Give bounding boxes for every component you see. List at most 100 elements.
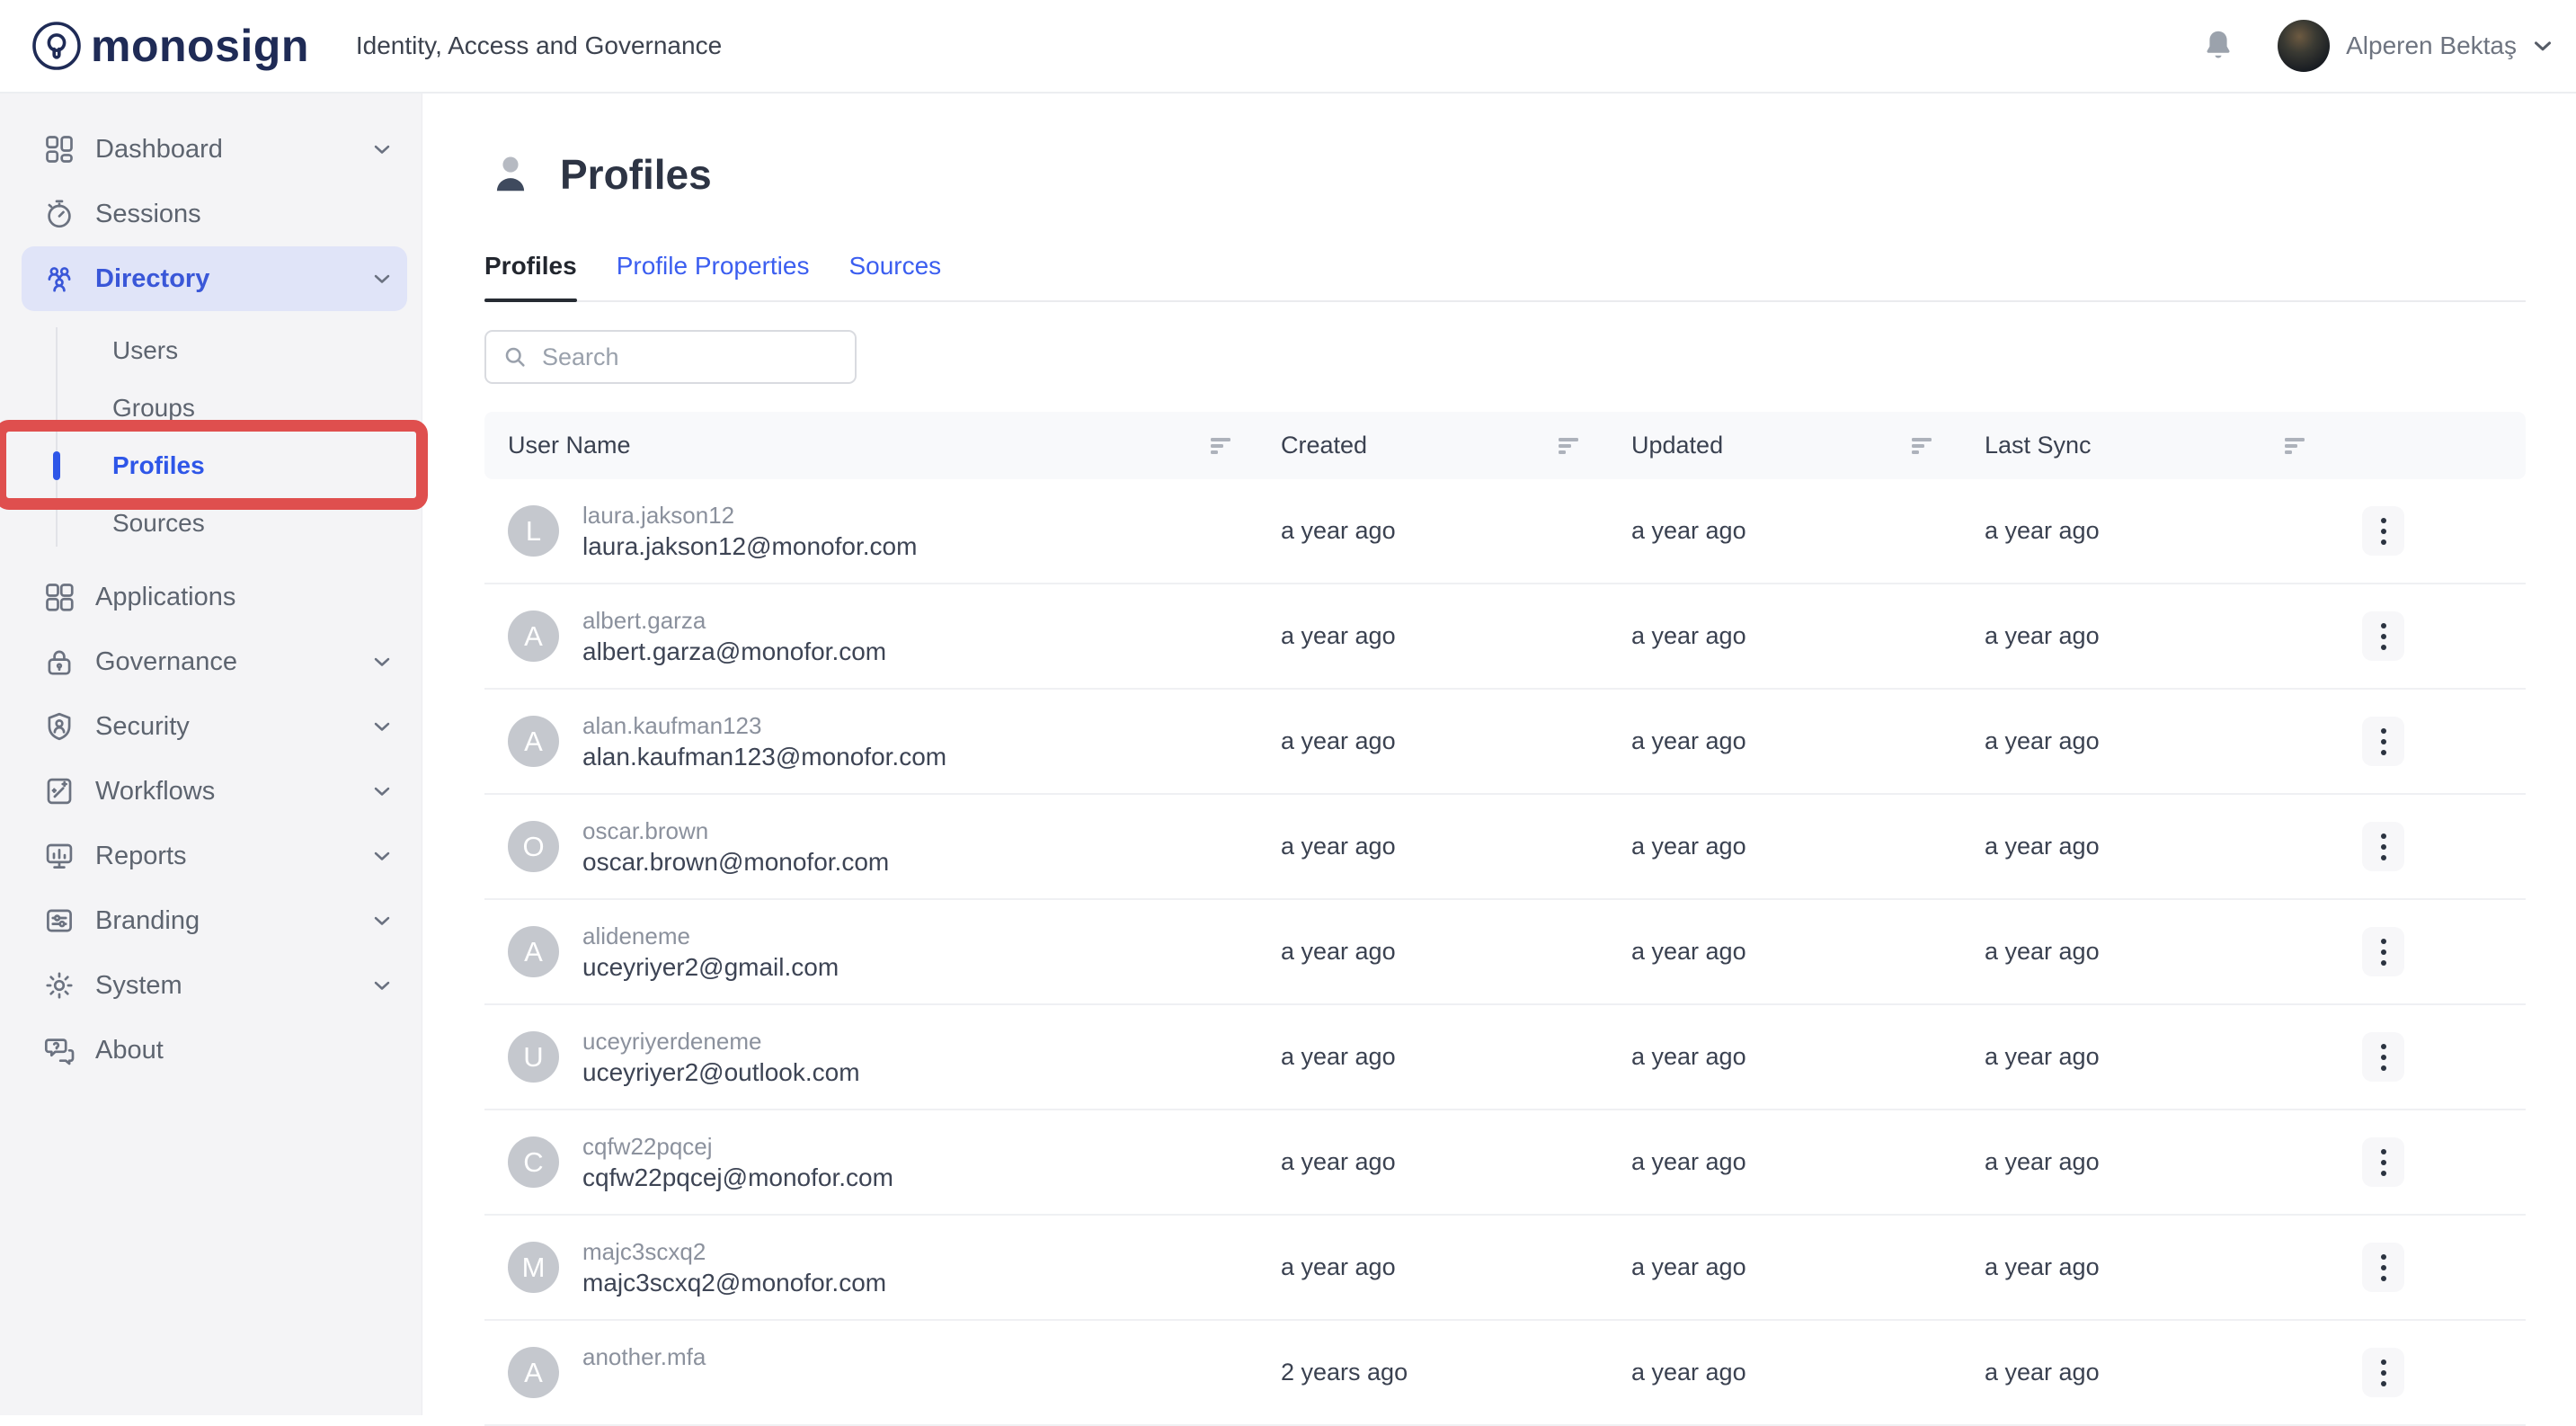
- sidebar-item-label: Security: [95, 712, 190, 742]
- column-header-created: Created: [1281, 432, 1367, 459]
- row-username: cqfw22pqcej: [582, 1131, 893, 1162]
- sidebar-item-label: Sessions: [95, 200, 201, 229]
- sort-icon[interactable]: [2285, 436, 2308, 456]
- sidebar-subitem-label: Profiles: [112, 451, 205, 480]
- table-row[interactable]: U uceyriyerdeneme uceyriyer2@outlook.com…: [484, 1005, 2526, 1110]
- tab-profile-properties[interactable]: Profile Properties: [617, 252, 810, 300]
- table-row[interactable]: A another.mfa 2 years ago a year ago a y…: [484, 1321, 2526, 1426]
- row-created: a year ago: [1281, 1043, 1631, 1071]
- tab-bar: Profiles Profile Properties Sources: [484, 252, 2526, 302]
- row-actions-button[interactable]: [2362, 1032, 2404, 1082]
- chevron-down-icon: [369, 714, 395, 739]
- row-actions-button[interactable]: [2362, 822, 2404, 871]
- row-updated: a year ago: [1631, 1359, 1985, 1386]
- row-last-sync: a year ago: [1985, 938, 2337, 966]
- logo: monosign Identity, Access and Governance: [30, 19, 722, 73]
- table-row[interactable]: O oscar.brown oscar.brown@monofor.com a …: [484, 795, 2526, 900]
- dashboard-icon: [43, 133, 76, 165]
- avatar: M: [508, 1242, 559, 1293]
- sort-icon[interactable]: [1559, 436, 1582, 456]
- row-last-sync: a year ago: [1985, 1148, 2337, 1176]
- logo-text: monosign: [91, 23, 309, 68]
- sidebar-item-governance[interactable]: Governance: [0, 629, 422, 694]
- app-tagline: Identity, Access and Governance: [356, 33, 722, 58]
- sidebar-subitem-label: Users: [112, 336, 178, 365]
- user-avatar[interactable]: [2278, 20, 2330, 72]
- row-email: uceyriyer2@outlook.com: [582, 1056, 860, 1089]
- row-actions-button[interactable]: [2362, 1137, 2404, 1187]
- column-header-updated: Updated: [1631, 432, 1723, 459]
- avatar: A: [508, 716, 559, 767]
- row-actions-button[interactable]: [2362, 717, 2404, 766]
- sidebar-item-security[interactable]: Security: [0, 694, 422, 759]
- sort-icon[interactable]: [1211, 436, 1234, 456]
- row-actions-button[interactable]: [2362, 611, 2404, 661]
- sidebar-item-label: Directory: [95, 264, 209, 294]
- row-created: a year ago: [1281, 517, 1631, 545]
- row-last-sync: a year ago: [1985, 1253, 2337, 1281]
- tab-sources[interactable]: Sources: [848, 252, 941, 300]
- profiles-table: User Name Created Updated: [484, 412, 2526, 1426]
- sidebar-subitem-users[interactable]: Users: [0, 322, 422, 379]
- sidebar-item-branding[interactable]: Branding: [0, 888, 422, 953]
- table-row[interactable]: C cqfw22pqcej cqfw22pqcej@monofor.com a …: [484, 1110, 2526, 1216]
- sidebar-item-reports[interactable]: Reports: [0, 824, 422, 888]
- chevron-down-icon: [369, 908, 395, 933]
- column-header-last-sync: Last Sync: [1985, 432, 2092, 459]
- notifications-bell-icon[interactable]: [2202, 28, 2234, 64]
- row-created: a year ago: [1281, 833, 1631, 860]
- search-icon: [502, 344, 528, 370]
- row-created: a year ago: [1281, 1253, 1631, 1281]
- tab-profiles[interactable]: Profiles: [484, 252, 577, 300]
- table-row[interactable]: M majc3scxq2 majc3scxq2@monofor.com a ye…: [484, 1216, 2526, 1321]
- table-row[interactable]: A alideneme uceyriyer2@gmail.com a year …: [484, 900, 2526, 1005]
- avatar: A: [508, 926, 559, 977]
- row-created: a year ago: [1281, 622, 1631, 650]
- sidebar-item-label: Branding: [95, 906, 200, 936]
- table-row[interactable]: A albert.garza albert.garza@monofor.com …: [484, 584, 2526, 690]
- sidebar-item-applications[interactable]: Applications: [0, 565, 422, 629]
- row-actions-button[interactable]: [2362, 927, 2404, 976]
- sidebar-item-label: Workflows: [95, 777, 215, 807]
- row-updated: a year ago: [1631, 938, 1985, 966]
- row-actions-button[interactable]: [2362, 506, 2404, 556]
- row-actions-button[interactable]: [2362, 1348, 2404, 1397]
- sidebar-subitem-sources[interactable]: Sources: [0, 495, 422, 552]
- directory-users-icon: [43, 263, 76, 295]
- sidebar-item-about[interactable]: About: [0, 1018, 422, 1083]
- sidebar-subitem-groups[interactable]: Groups: [0, 379, 422, 437]
- sidebar-item-sessions[interactable]: Sessions: [0, 182, 422, 246]
- search-input[interactable]: [540, 343, 839, 372]
- table-row[interactable]: L laura.jakson12 laura.jakson12@monofor.…: [484, 479, 2526, 584]
- row-email: [582, 1372, 706, 1404]
- sort-icon[interactable]: [1912, 436, 1935, 456]
- sidebar-item-system[interactable]: System: [0, 953, 422, 1018]
- row-username: albert.garza: [582, 605, 886, 636]
- page-title: Profiles: [560, 150, 712, 199]
- security-shield-icon: [43, 710, 76, 743]
- more-vertical-icon: [2381, 518, 2386, 523]
- sidebar: Dashboard Sessions Directory: [0, 94, 422, 1415]
- row-created: 2 years ago: [1281, 1359, 1631, 1386]
- sidebar-item-label: About: [95, 1036, 164, 1065]
- sidebar-item-directory[interactable]: Directory: [22, 246, 407, 311]
- user-menu-chevron-down-icon[interactable]: [2529, 32, 2556, 59]
- sidebar-subitem-profiles[interactable]: Profiles: [0, 437, 422, 495]
- chevron-down-icon: [369, 973, 395, 998]
- table-row[interactable]: A alan.kaufman123 alan.kaufman123@monofo…: [484, 690, 2526, 795]
- sidebar-item-workflows[interactable]: Workflows: [0, 759, 422, 824]
- row-last-sync: a year ago: [1985, 517, 2337, 545]
- sidebar-item-label: System: [95, 971, 182, 1001]
- more-vertical-icon: [2381, 1149, 2386, 1154]
- about-help-icon: [43, 1034, 76, 1066]
- sidebar-item-label: Dashboard: [95, 135, 223, 165]
- row-actions-button[interactable]: [2362, 1243, 2404, 1292]
- user-name[interactable]: Alperen Bektaş: [2346, 31, 2517, 60]
- search-box[interactable]: [484, 330, 857, 384]
- row-created: a year ago: [1281, 1148, 1631, 1176]
- row-username: alideneme: [582, 921, 839, 951]
- avatar: A: [508, 1347, 559, 1398]
- main-content: Profiles Profiles Profile Properties Sou…: [422, 94, 2576, 1415]
- sessions-stopwatch-icon: [43, 198, 76, 230]
- sidebar-item-dashboard[interactable]: Dashboard: [0, 117, 422, 182]
